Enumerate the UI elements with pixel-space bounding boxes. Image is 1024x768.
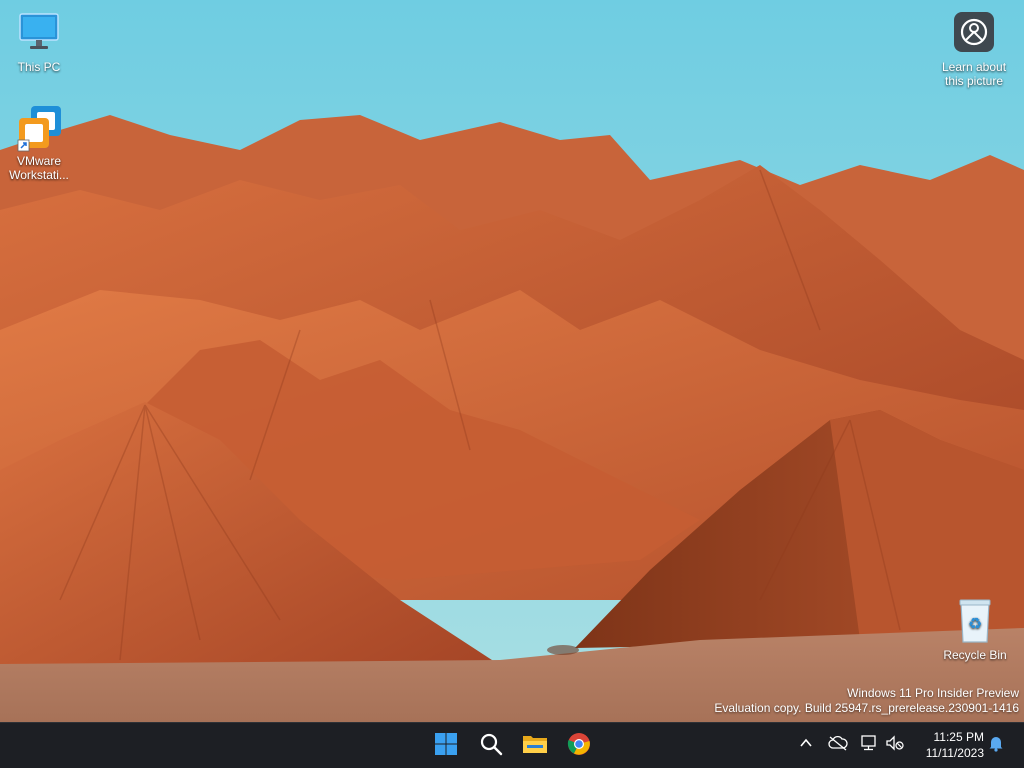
svg-text:♻: ♻ xyxy=(968,614,982,633)
network-icon xyxy=(859,734,879,757)
notifications-button[interactable] xyxy=(985,734,1007,756)
desktop-icon-label: Recycle Bin xyxy=(943,648,1007,662)
file-explorer-button[interactable] xyxy=(517,728,553,764)
vmware-icon xyxy=(15,104,63,152)
recycle-bin-icon: ♻ xyxy=(951,598,999,646)
onedrive-tray-button[interactable] xyxy=(827,734,849,756)
show-hidden-icons-button[interactable] xyxy=(795,734,817,756)
network-tray-button[interactable] xyxy=(858,734,880,756)
folder-icon xyxy=(522,732,548,761)
clock-button[interactable]: 11:25 PM 11/11/2023 xyxy=(926,729,984,761)
clock-time: 11:25 PM xyxy=(933,730,984,744)
desktop-icon-label: This PC xyxy=(17,60,61,74)
chrome-button[interactable] xyxy=(561,728,597,764)
clock-date: 11/11/2023 xyxy=(925,746,984,760)
watermark-edition: Windows 11 Pro Insider Preview xyxy=(847,686,1019,700)
volume-tray-button[interactable] xyxy=(884,734,906,756)
volume-muted-icon xyxy=(885,734,905,757)
windows-start-icon xyxy=(434,732,458,761)
taskbar: 11:25 PM 11/11/2023 xyxy=(0,722,1024,768)
desktop-icon-label: Learn about this picture xyxy=(941,60,1007,88)
cloud-offline-icon xyxy=(828,735,848,756)
chrome-icon xyxy=(567,732,591,761)
desktop[interactable]: This PC VMware Workstati... Learn about … xyxy=(0,0,1024,722)
wallpaper-image xyxy=(0,0,1024,722)
search-icon xyxy=(479,732,503,761)
search-button[interactable] xyxy=(473,728,509,764)
notification-bell-icon xyxy=(987,734,1005,757)
watermark-build: Evaluation copy. Build 25947.rs_prerelea… xyxy=(714,701,1019,715)
camera-info-icon xyxy=(950,10,998,58)
desktop-icon-learn-about-picture[interactable]: Learn about this picture xyxy=(936,10,1012,88)
desktop-icon-label: VMware Workstati... xyxy=(9,154,69,182)
monitor-icon xyxy=(15,10,63,58)
chevron-up-icon xyxy=(799,736,813,755)
start-button[interactable] xyxy=(428,728,464,764)
desktop-icon-recycle-bin[interactable]: ♻ Recycle Bin xyxy=(937,598,1013,662)
evaluation-watermark: Windows 11 Pro Insider Preview Evaluatio… xyxy=(714,686,1019,716)
desktop-icon-vmware[interactable]: VMware Workstati... xyxy=(1,104,77,182)
desktop-icon-this-pc[interactable]: This PC xyxy=(1,10,77,74)
